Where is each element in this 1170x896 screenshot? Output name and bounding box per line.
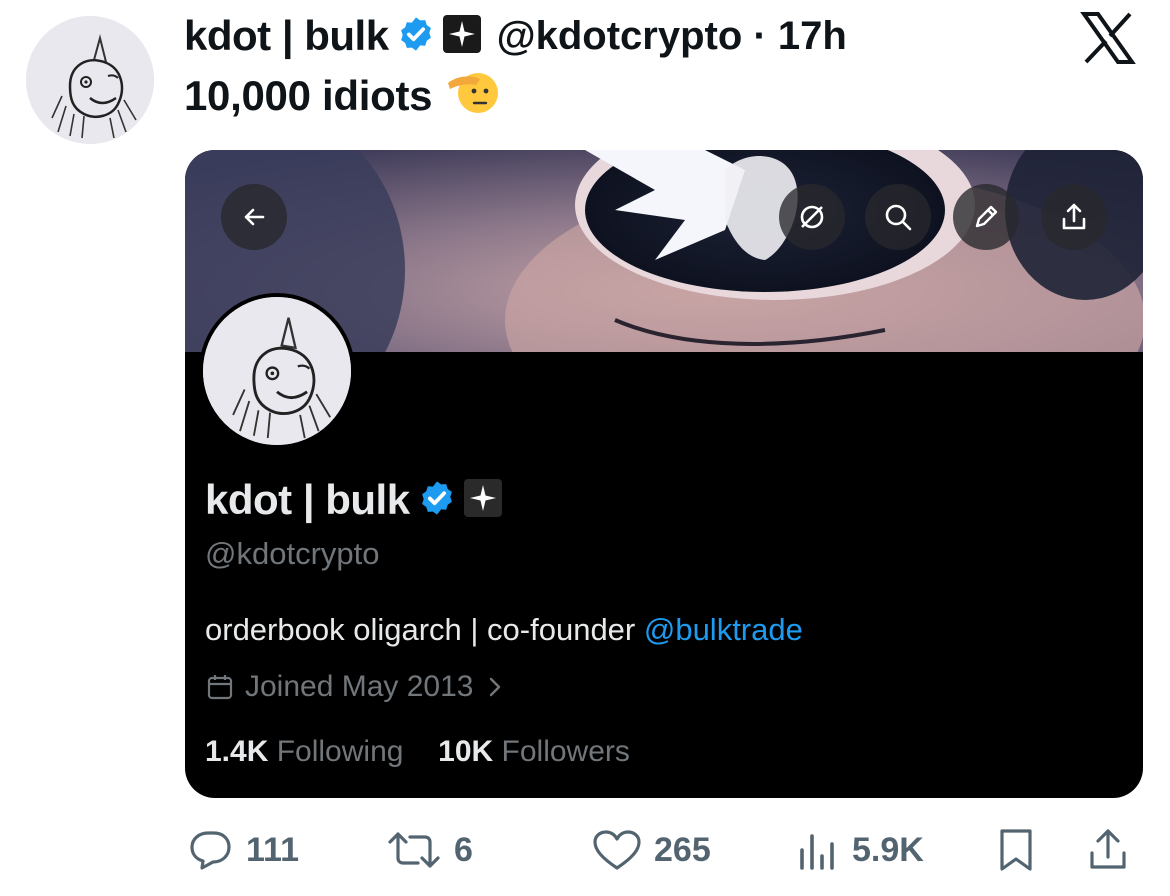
verified-badge-icon (418, 479, 456, 522)
sasquatch-avatar-icon (26, 16, 154, 144)
author-name[interactable]: kdot | bulk (184, 12, 389, 60)
share-icon (1062, 203, 1086, 230)
tweet-text: 10,000 idiots (184, 70, 502, 122)
x-logo-icon (1080, 12, 1136, 64)
tweet-text-content: 10,000 idiots (184, 72, 433, 119)
tweet-header: kdot | bulk @kdotcrypto · 17h (184, 10, 847, 62)
profile-handle: @kdotcrypto (205, 536, 380, 571)
profile-name-row: kdot | bulk (205, 472, 502, 528)
search-icon (885, 204, 912, 231)
handle-and-time[interactable]: @kdotcrypto · 17h (497, 14, 847, 59)
share-icon (1090, 829, 1126, 869)
follow-stats: 1.4K Following 10K Followers (205, 735, 630, 769)
reply-count: 111 (246, 830, 299, 869)
profile-name: kdot | bulk (205, 476, 410, 523)
edit-pencil-icon (975, 205, 998, 228)
reply-bubble-icon (190, 831, 231, 870)
profile-bio: orderbook oligarch | co-founder @bulktra… (205, 612, 803, 648)
bookmark-icon (1000, 829, 1032, 871)
bio-mention-link[interactable]: @bulktrade (644, 612, 803, 647)
calendar-icon (207, 675, 233, 700)
bookmark-button[interactable] (996, 822, 1036, 878)
profile-bio-text: orderbook oligarch | co-founder (205, 612, 644, 647)
tweet-action-bar: 111 6 265 5.9K (0, 822, 1170, 878)
like-count: 265 (654, 830, 711, 869)
sasquatch-avatar-icon (203, 297, 351, 445)
joined-date-text: Joined May 2013 (245, 670, 474, 703)
edit-button[interactable] (953, 184, 1019, 250)
saluting-face-emoji-icon (444, 65, 502, 127)
back-arrow-icon (244, 208, 265, 226)
profile-screenshot-card[interactable]: kdot | bulk @kdotcrypto orderbook oligar… (185, 150, 1143, 798)
following-count: 1.4K (205, 735, 269, 768)
grok-icon (800, 205, 824, 229)
joined-date[interactable]: Joined May 2013 (205, 670, 506, 704)
search-button[interactable] (865, 184, 931, 250)
following-label: Following (276, 735, 404, 768)
chevron-right-icon (489, 677, 500, 697)
repost-count: 6 (454, 830, 473, 869)
followers-stat[interactable]: 10K Followers (438, 735, 630, 768)
views-button[interactable]: 5.9K (796, 822, 924, 878)
followers-count: 10K (438, 735, 494, 768)
grok-button[interactable] (779, 184, 845, 250)
following-stat[interactable]: 1.4K Following (205, 735, 403, 768)
share-profile-button[interactable] (1041, 184, 1107, 250)
views-count: 5.9K (852, 830, 924, 869)
heart-icon (593, 830, 641, 870)
affiliate-sparkle-badge-icon (463, 478, 502, 522)
like-button[interactable]: 265 (592, 822, 711, 878)
verified-badge-icon (397, 15, 435, 58)
author-avatar[interactable] (26, 16, 154, 144)
reply-button[interactable]: 111 (188, 822, 299, 878)
views-bar-chart-icon (800, 834, 834, 870)
repost-icon (388, 832, 440, 868)
followers-label: Followers (501, 735, 630, 768)
profile-avatar[interactable] (199, 293, 355, 449)
repost-button[interactable]: 6 (386, 822, 473, 878)
back-button[interactable] (221, 184, 287, 250)
share-button[interactable] (1086, 822, 1130, 878)
affiliate-sparkle-badge-icon (442, 14, 481, 58)
